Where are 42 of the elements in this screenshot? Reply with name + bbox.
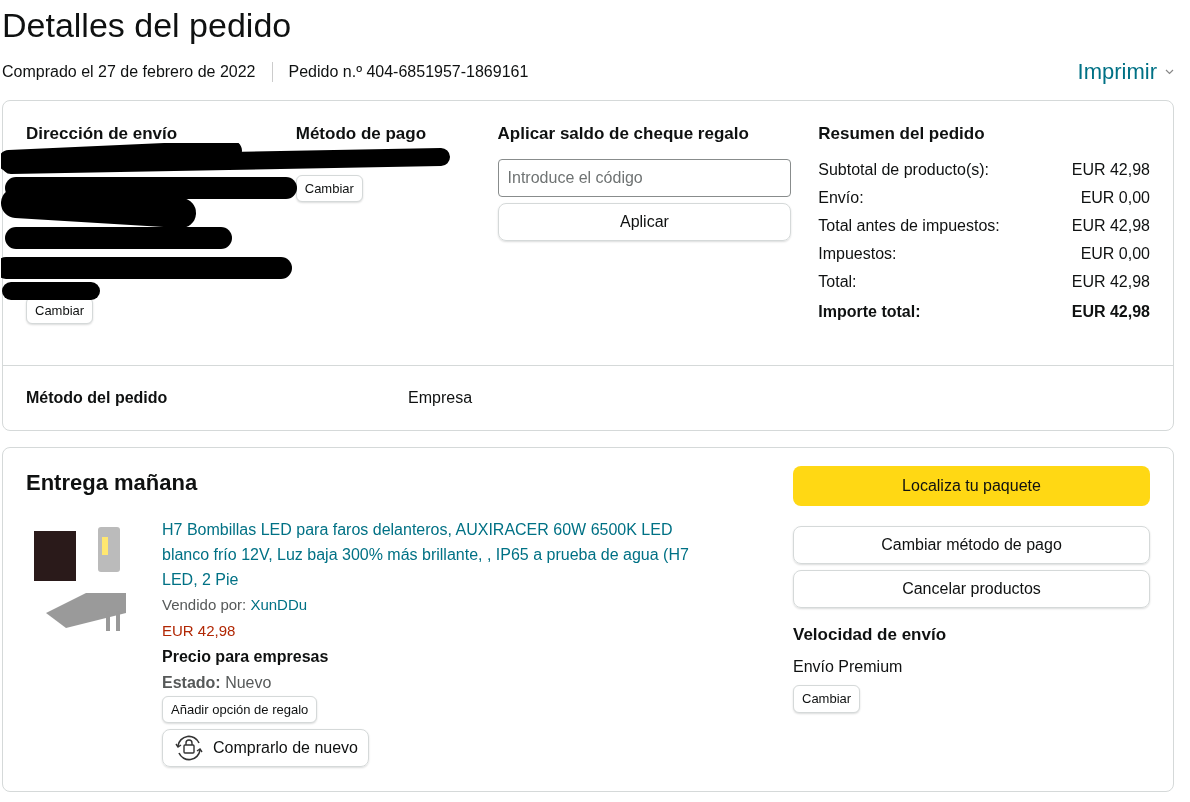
section-heading: Dirección de envío	[26, 123, 179, 145]
order-method-value: Empresa	[408, 387, 473, 408]
seller-label: Vendido por:	[162, 595, 247, 613]
product-title-link[interactable]: H7 Bombillas LED para faros delanteros, AUXIRACER 60W 6500K LED blanco frío 12V, Luz baja 300% más brillante, , IP65 a prueba de agua (H7 LED, 2 Pie	[162, 516, 722, 592]
gift-option-button[interactable]: Añadir opción de regalo	[162, 695, 318, 723]
page-title: Detalles del pedido	[2, 5, 293, 46]
shipping-speed-heading: Velocidad de envío	[793, 623, 948, 646]
order-number: Pedido n.º 404-6851957-1869161	[288, 61, 529, 82]
summary-value: EUR 42,98	[1071, 271, 1150, 292]
business-price-label: Precio para empresas	[162, 646, 330, 667]
section-heading: Aplicar saldo de cheque regalo	[497, 123, 750, 145]
buy-again-button[interactable]: Comprarlo de nuevo	[162, 729, 369, 767]
summary-value: EUR 42,98	[1071, 301, 1150, 322]
condition-text: Estado: Nuevo	[162, 672, 273, 693]
action-button[interactable]: Cancelar productos	[793, 569, 1150, 608]
summary-label: Total:	[818, 271, 858, 292]
summary-value: EUR 42,98	[1071, 159, 1150, 180]
print-link[interactable]: Imprimir	[1077, 55, 1174, 88]
summary-value: EUR 0,00	[1080, 243, 1150, 264]
change-button[interactable]: Cambiar	[295, 174, 363, 202]
summary-label: Total antes de impuestos:	[818, 215, 1001, 236]
gift-code-field[interactable]: Introduce el código	[497, 158, 792, 197]
summary-label: Impuestos:	[818, 243, 898, 264]
summary-label: Subtotal de producto(s):	[818, 159, 991, 180]
summary-label: Envío:	[818, 187, 865, 208]
change-button[interactable]: Cambiar	[793, 685, 861, 713]
action-button[interactable]: Cambiar método de pago	[793, 525, 1150, 564]
summary-value: EUR 42,98	[1071, 215, 1150, 236]
summary-label: Importe total:	[818, 301, 922, 322]
seller-link[interactable]: XunDDu	[250, 595, 308, 613]
chevron-down-icon	[1165, 68, 1174, 75]
delivery-heading: Entrega mañana	[26, 468, 199, 497]
shipping-speed-value: Envío Premium	[793, 657, 904, 677]
track-package-button[interactable]: Localiza tu paquete	[793, 465, 1150, 506]
summary-value: EUR 0,00	[1080, 187, 1150, 208]
order-method-label: Método del pedido	[26, 387, 169, 408]
buy-again-icon	[173, 734, 205, 762]
product-price: EUR 42,98	[162, 620, 237, 641]
apply-button[interactable]: Aplicar	[497, 202, 792, 241]
purchase-date: Comprado el 27 de febrero de 2022	[2, 61, 256, 82]
section-heading: Método de pago	[295, 123, 428, 145]
section-heading: Resumen del pedido	[818, 123, 986, 145]
